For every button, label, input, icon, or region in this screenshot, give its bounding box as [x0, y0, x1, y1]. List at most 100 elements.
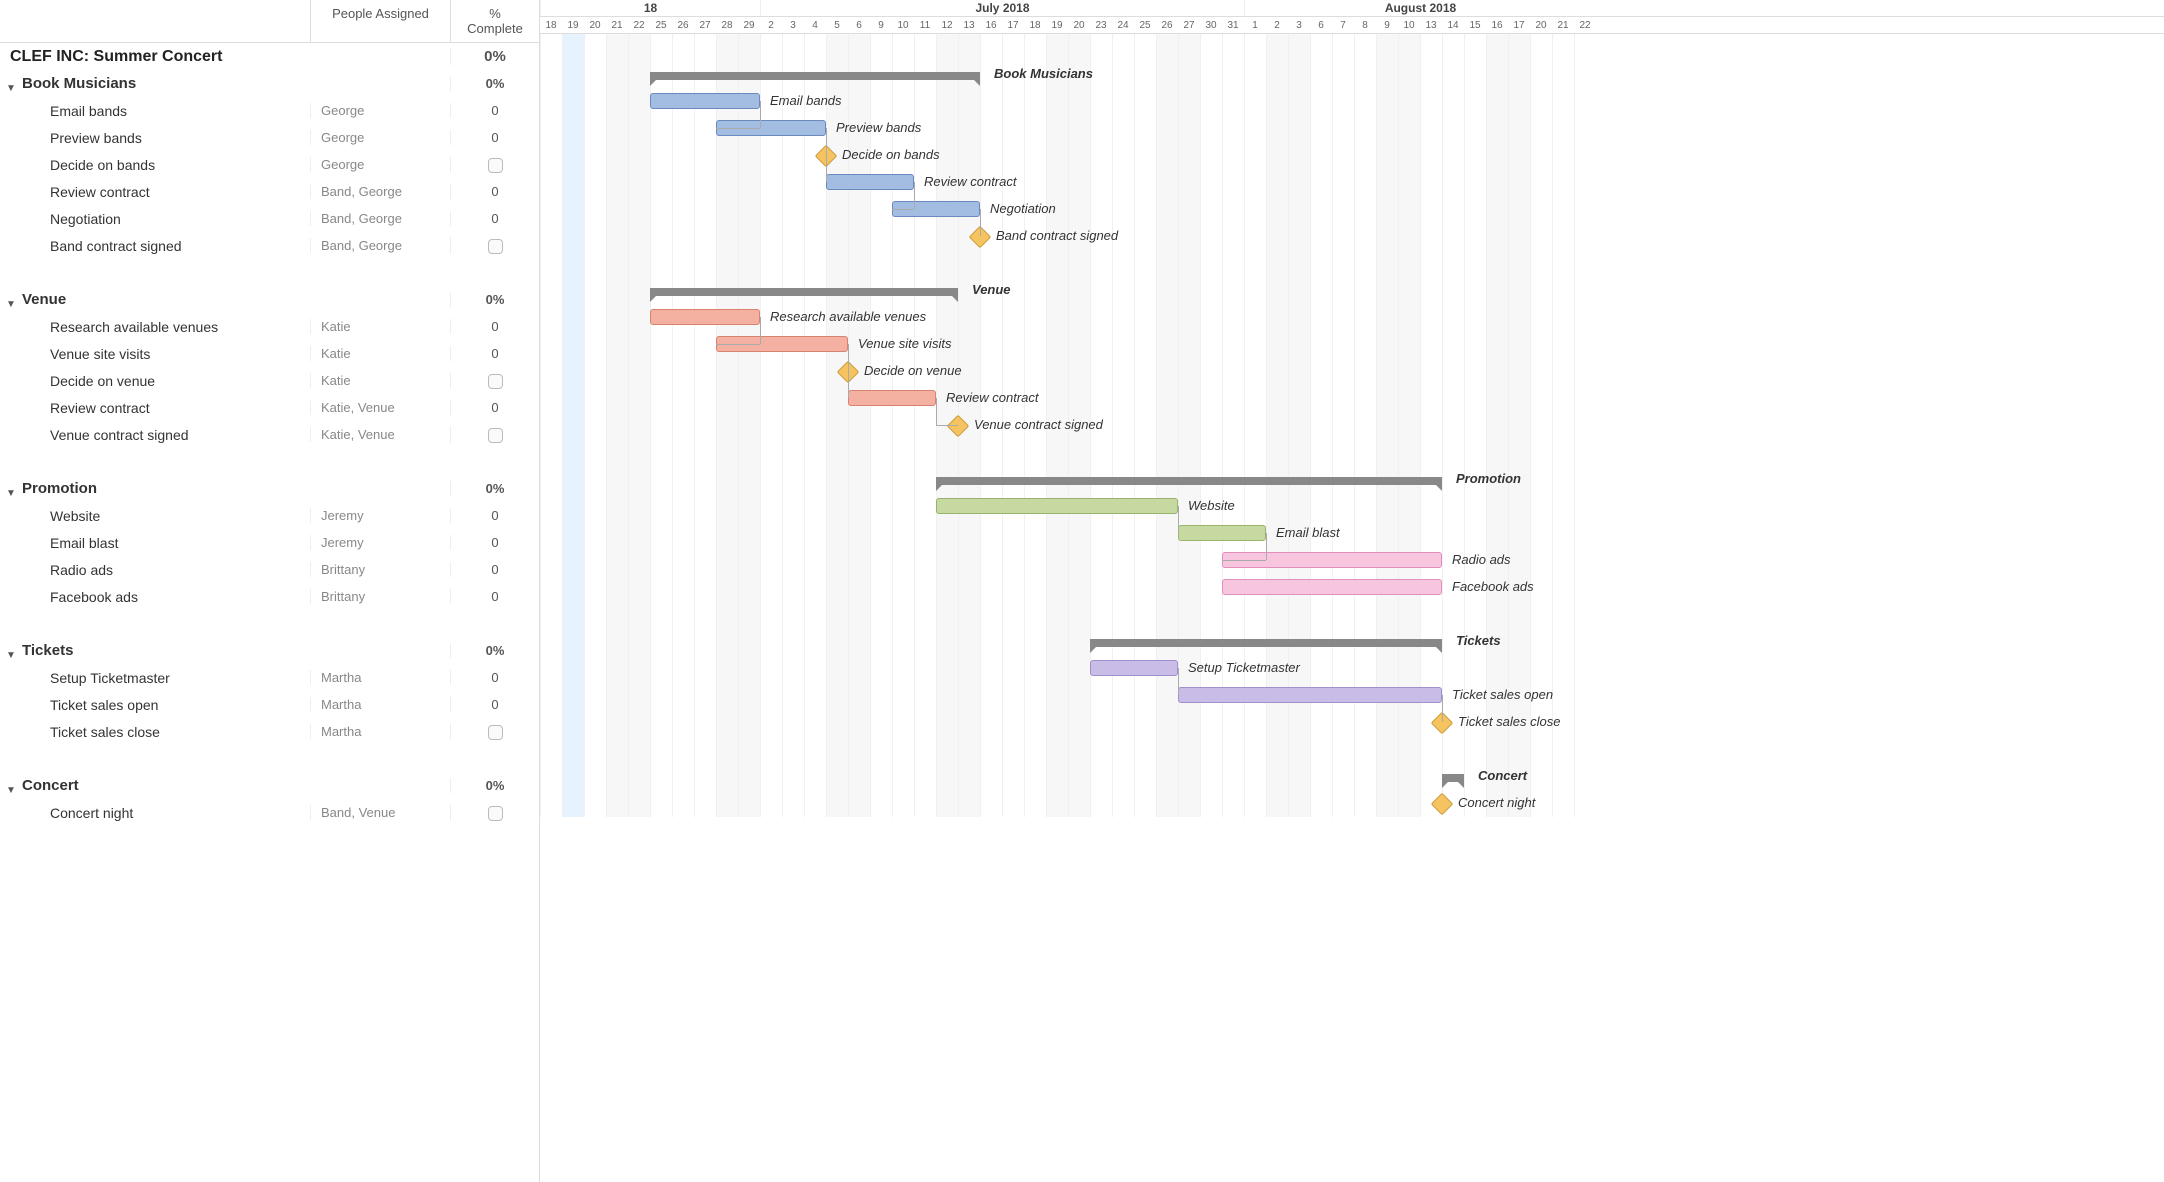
- task-bar[interactable]: [1178, 687, 1442, 703]
- task-name[interactable]: Email bands: [0, 103, 310, 119]
- task-name[interactable]: Decide on bands: [0, 157, 310, 173]
- task-row[interactable]: Band contract signedBand, George: [0, 232, 539, 259]
- project-row[interactable]: CLEF INC: Summer Concert0%: [0, 43, 539, 70]
- group-row[interactable]: ▼Tickets0%: [0, 637, 539, 664]
- task-bar[interactable]: [936, 498, 1178, 514]
- task-row[interactable]: Concert nightBand, Venue: [0, 799, 539, 826]
- task-complete[interactable]: 0: [450, 130, 539, 145]
- task-bar[interactable]: [650, 309, 760, 325]
- task-complete[interactable]: 0: [450, 535, 539, 550]
- group-name[interactable]: Book Musicians: [22, 75, 136, 92]
- task-complete[interactable]: 0: [450, 508, 539, 523]
- task-name[interactable]: Venue site visits: [0, 346, 310, 362]
- complete-checkbox[interactable]: [488, 374, 503, 389]
- group-row[interactable]: ▼Concert0%: [0, 772, 539, 799]
- project-title[interactable]: CLEF INC: Summer Concert: [0, 48, 310, 66]
- group-name[interactable]: Tickets: [22, 642, 73, 659]
- people-cell[interactable]: Martha: [310, 724, 450, 739]
- people-cell[interactable]: Katie: [310, 373, 450, 388]
- complete-checkbox[interactable]: [488, 158, 503, 173]
- task-complete[interactable]: 0: [450, 184, 539, 199]
- task-row[interactable]: Setup TicketmasterMartha0: [0, 664, 539, 691]
- task-row[interactable]: Research available venuesKatie0: [0, 313, 539, 340]
- people-cell[interactable]: Katie, Venue: [310, 427, 450, 442]
- summary-bar[interactable]: [1090, 639, 1442, 647]
- people-cell[interactable]: Band, George: [310, 238, 450, 253]
- task-bar[interactable]: [1222, 579, 1442, 595]
- group-row[interactable]: ▼Book Musicians0%: [0, 70, 539, 97]
- caret-down-icon[interactable]: ▼: [6, 299, 16, 308]
- task-name[interactable]: Ticket sales close: [0, 724, 310, 740]
- people-cell[interactable]: Jeremy: [310, 535, 450, 550]
- complete-checkbox[interactable]: [488, 725, 503, 740]
- people-cell[interactable]: Band, George: [310, 211, 450, 226]
- col-header-people[interactable]: People Assigned: [310, 0, 450, 42]
- task-row[interactable]: Venue contract signedKatie, Venue: [0, 421, 539, 448]
- task-row[interactable]: Email blastJeremy0: [0, 529, 539, 556]
- complete-checkbox[interactable]: [488, 806, 503, 821]
- task-complete[interactable]: 0: [450, 562, 539, 577]
- task-bar[interactable]: [1090, 660, 1178, 676]
- people-cell[interactable]: Katie, Venue: [310, 400, 450, 415]
- people-cell[interactable]: Martha: [310, 670, 450, 685]
- task-name[interactable]: Band contract signed: [0, 238, 310, 254]
- task-name[interactable]: Research available venues: [0, 319, 310, 335]
- task-name[interactable]: Facebook ads: [0, 589, 310, 605]
- milestone-icon[interactable]: [1431, 793, 1454, 816]
- task-name[interactable]: Setup Ticketmaster: [0, 670, 310, 686]
- task-bar[interactable]: [1178, 525, 1266, 541]
- task-bar[interactable]: [650, 93, 760, 109]
- task-complete[interactable]: 0: [450, 400, 539, 415]
- group-row[interactable]: ▼Venue0%: [0, 286, 539, 313]
- people-cell[interactable]: George: [310, 103, 450, 118]
- caret-down-icon[interactable]: ▼: [6, 488, 16, 497]
- summary-bar[interactable]: [650, 72, 980, 80]
- task-row[interactable]: Facebook adsBrittany0: [0, 583, 539, 610]
- people-cell[interactable]: Katie: [310, 346, 450, 361]
- summary-bar[interactable]: [650, 288, 958, 296]
- task-row[interactable]: Email bandsGeorge0: [0, 97, 539, 124]
- task-name[interactable]: Radio ads: [0, 562, 310, 578]
- task-row[interactable]: Review contractBand, George0: [0, 178, 539, 205]
- task-row[interactable]: Radio adsBrittany0: [0, 556, 539, 583]
- task-complete[interactable]: 0: [450, 670, 539, 685]
- task-name[interactable]: Negotiation: [0, 211, 310, 227]
- task-name[interactable]: Decide on venue: [0, 373, 310, 389]
- task-row[interactable]: Preview bandsGeorge0: [0, 124, 539, 151]
- task-bar[interactable]: [848, 390, 936, 406]
- caret-down-icon[interactable]: ▼: [6, 650, 16, 659]
- group-name[interactable]: Concert: [22, 777, 79, 794]
- task-name[interactable]: Website: [0, 508, 310, 524]
- task-complete[interactable]: 0: [450, 589, 539, 604]
- timeline-panel[interactable]: 18July 2018August 2018 18192021222526272…: [540, 0, 2164, 1182]
- task-row[interactable]: Ticket sales openMartha0: [0, 691, 539, 718]
- people-cell[interactable]: George: [310, 157, 450, 172]
- task-row[interactable]: Decide on bandsGeorge: [0, 151, 539, 178]
- task-row[interactable]: Ticket sales closeMartha: [0, 718, 539, 745]
- task-row[interactable]: WebsiteJeremy0: [0, 502, 539, 529]
- complete-checkbox[interactable]: [488, 239, 503, 254]
- task-complete[interactable]: 0: [450, 319, 539, 334]
- task-row[interactable]: NegotiationBand, George0: [0, 205, 539, 232]
- group-name[interactable]: Venue: [22, 291, 66, 308]
- group-name[interactable]: Promotion: [22, 480, 97, 497]
- caret-down-icon[interactable]: ▼: [6, 785, 16, 794]
- summary-bar[interactable]: [1442, 774, 1464, 782]
- task-name[interactable]: Concert night: [0, 805, 310, 821]
- task-complete[interactable]: 0: [450, 697, 539, 712]
- task-name[interactable]: Preview bands: [0, 130, 310, 146]
- task-row[interactable]: Review contractKatie, Venue0: [0, 394, 539, 421]
- people-cell[interactable]: Martha: [310, 697, 450, 712]
- task-name[interactable]: Ticket sales open: [0, 697, 310, 713]
- task-name[interactable]: Email blast: [0, 535, 310, 551]
- people-cell[interactable]: Band, Venue: [310, 805, 450, 820]
- col-header-complete[interactable]: % Complete: [450, 0, 539, 42]
- task-name[interactable]: Venue contract signed: [0, 427, 310, 443]
- task-complete[interactable]: 0: [450, 346, 539, 361]
- people-cell[interactable]: George: [310, 130, 450, 145]
- milestone-icon[interactable]: [947, 415, 970, 438]
- people-cell[interactable]: Brittany: [310, 589, 450, 604]
- caret-down-icon[interactable]: ▼: [6, 83, 16, 92]
- summary-bar[interactable]: [936, 477, 1442, 485]
- complete-checkbox[interactable]: [488, 428, 503, 443]
